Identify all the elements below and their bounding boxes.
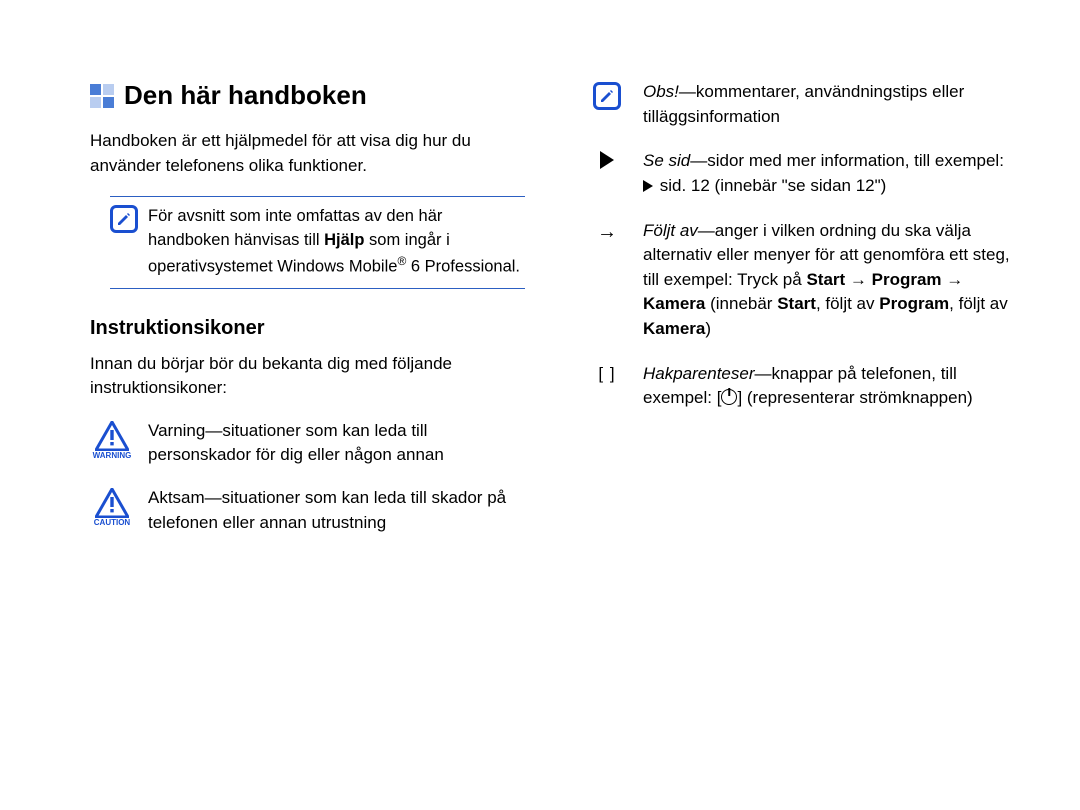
sesid-item: Se sid—sidor med mer information, till e… bbox=[585, 149, 1020, 198]
folj-rest3: , följt av bbox=[816, 294, 879, 313]
note-block: För avsnitt som inte omfattas av den här… bbox=[110, 196, 525, 288]
bracket-glyph: [ ] bbox=[598, 364, 615, 384]
obs-lead: Obs! bbox=[643, 82, 679, 101]
note-icon bbox=[585, 80, 629, 129]
warning-item: WARNING Varning—situationer som kan leda… bbox=[90, 419, 525, 468]
subheading: Instruktionsikoner bbox=[90, 317, 525, 340]
power-icon bbox=[721, 389, 737, 405]
arrow-icon bbox=[585, 149, 629, 198]
folj-b6: Kamera bbox=[643, 319, 705, 338]
folj-b4: Start bbox=[777, 294, 816, 313]
caution-text: Aktsam—situationer som kan leda till ska… bbox=[148, 486, 525, 535]
right-column: Obs!—kommentarer, användningstips eller … bbox=[585, 80, 1020, 553]
intro-paragraph: Handboken är ett hjälpmedel för att visa… bbox=[90, 129, 525, 178]
folj-a1: → bbox=[845, 270, 871, 289]
folj-item: → Följt av—anger i vilken ordning du ska… bbox=[585, 219, 1020, 342]
page-container: Den här handboken Handboken är ett hjälp… bbox=[0, 0, 1080, 593]
folj-rest2: (innebär bbox=[705, 294, 777, 313]
left-column: Den här handboken Handboken är ett hjälp… bbox=[90, 80, 525, 553]
folj-b3: Kamera bbox=[643, 294, 705, 313]
note-icon bbox=[110, 205, 138, 279]
folj-rest4: , följt av bbox=[949, 294, 1008, 313]
arrow-glyph: → bbox=[597, 221, 617, 244]
folj-b2: Program bbox=[872, 270, 942, 289]
obs-text: Obs!—kommentarer, användningstips eller … bbox=[643, 80, 1020, 129]
folj-b5: Program bbox=[879, 294, 949, 313]
obs-item: Obs!—kommentarer, användningstips eller … bbox=[585, 80, 1020, 129]
arrow-symbol: → bbox=[585, 219, 629, 342]
sesid-lead: Se sid bbox=[643, 151, 690, 170]
icon-list: WARNING Varning—situationer som kan leda… bbox=[90, 419, 525, 536]
hak-item: [ ] Hakparenteser—knappar på telefonen, … bbox=[585, 362, 1020, 411]
caution-icon: CAUTION bbox=[90, 486, 134, 535]
section-icon bbox=[90, 84, 114, 108]
caution-item: CAUTION Aktsam—situationer som kan leda … bbox=[90, 486, 525, 535]
hak-text: Hakparenteser—knappar på telefonen, till… bbox=[643, 362, 1020, 411]
hak-rest2: ] (representerar strömknappen) bbox=[737, 388, 972, 407]
warning-text: Varning—situationer som kan leda till pe… bbox=[148, 419, 525, 468]
warning-icon: WARNING bbox=[90, 419, 134, 468]
heading-row: Den här handboken bbox=[90, 80, 525, 111]
folj-text: Följt av—anger i vilken ordning du ska v… bbox=[643, 219, 1020, 342]
sesid-rest1: —sidor med mer information, till exempel… bbox=[690, 151, 1004, 170]
note-bold: Hjälp bbox=[324, 231, 364, 249]
folj-rest5: ) bbox=[705, 319, 711, 338]
page-title: Den här handboken bbox=[124, 80, 367, 111]
note-text: För avsnitt som inte omfattas av den här… bbox=[148, 205, 525, 279]
warning-label: WARNING bbox=[93, 451, 132, 460]
obs-rest: —kommentarer, användningstips eller till… bbox=[643, 82, 964, 126]
bracket-symbol: [ ] bbox=[585, 362, 629, 411]
arrow-inline-icon bbox=[643, 180, 653, 192]
caution-label: CAUTION bbox=[94, 518, 130, 527]
folj-a2: → bbox=[942, 270, 964, 289]
hak-lead: Hakparenteser bbox=[643, 364, 755, 383]
note-post: 6 Professional. bbox=[406, 258, 520, 276]
folj-lead: Följt av bbox=[643, 221, 698, 240]
registered-symbol: ® bbox=[397, 254, 406, 268]
folj-b1: Start bbox=[806, 270, 845, 289]
sub-intro: Innan du börjar bör du bekanta dig med f… bbox=[90, 352, 525, 401]
sesid-example: sid. 12 (innebär "se sidan 12") bbox=[655, 176, 886, 195]
sesid-text: Se sid—sidor med mer information, till e… bbox=[643, 149, 1004, 198]
